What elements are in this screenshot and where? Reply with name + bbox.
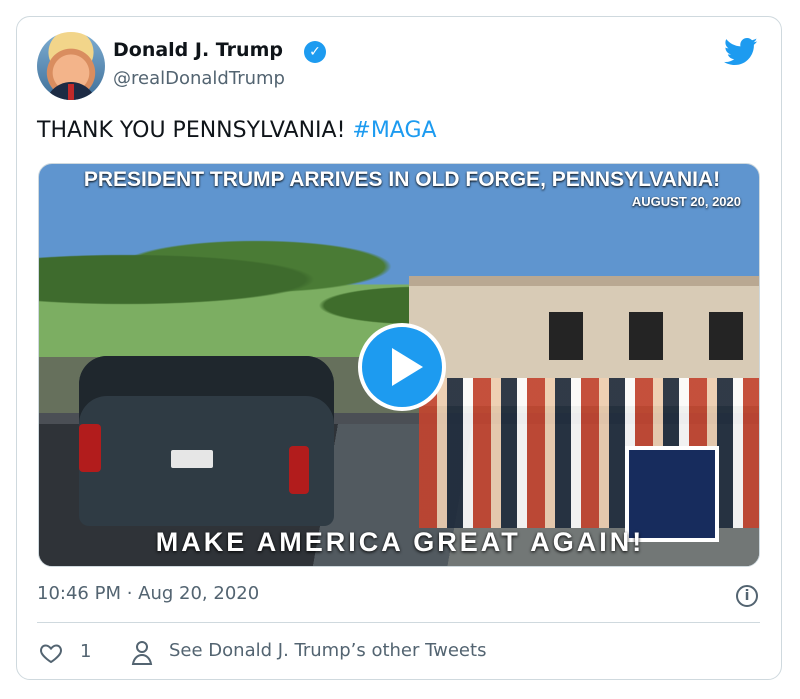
suv-vehicle	[79, 356, 334, 526]
author-handle[interactable]: @realDonaldTrump	[113, 68, 285, 89]
avatar-tie	[68, 84, 74, 100]
author-name[interactable]: Donald J. Trump	[113, 39, 283, 61]
verified-badge-icon: ✓	[304, 41, 326, 63]
divider	[37, 622, 760, 623]
heart-icon[interactable]	[39, 641, 63, 665]
video-slogan-overlay: MAKE AMERICA GREAT AGAIN!	[155, 527, 645, 557]
info-icon[interactable]: i	[736, 585, 758, 607]
tweet-card[interactable]: Donald J. Trump ✓ @realDonaldTrump THANK…	[16, 16, 782, 680]
right-taillight	[289, 446, 309, 494]
hashtag-link[interactable]: #MAGA	[352, 118, 436, 143]
tweet-text: THANK YOU PENNSYLVANIA! #MAGA	[37, 118, 437, 143]
left-taillight	[79, 424, 101, 472]
avatar[interactable]	[37, 32, 105, 100]
video-date-overlay: AUGUST 20, 2020	[631, 194, 741, 209]
person-icon[interactable]	[130, 640, 154, 666]
play-button[interactable]	[358, 323, 446, 411]
play-icon	[392, 348, 423, 386]
tweet-timestamp[interactable]: 10:46 PM · Aug 20, 2020	[37, 583, 259, 604]
video-media[interactable]: PRESIDENT TRUMP ARRIVES IN OLD FORGE, PE…	[38, 163, 760, 567]
building-window	[709, 312, 743, 360]
license-plate	[171, 450, 213, 468]
tweet-text-body: THANK YOU PENNSYLVANIA!	[37, 118, 346, 143]
video-title-overlay: PRESIDENT TRUMP ARRIVES IN OLD FORGE, PE…	[83, 168, 721, 191]
other-tweets-link[interactable]: See Donald J. Trump’s other Tweets	[169, 640, 486, 661]
building-window	[549, 312, 583, 360]
like-count[interactable]: 1	[80, 641, 91, 662]
twitter-bird-icon[interactable]	[724, 37, 758, 67]
building-window	[629, 312, 663, 360]
